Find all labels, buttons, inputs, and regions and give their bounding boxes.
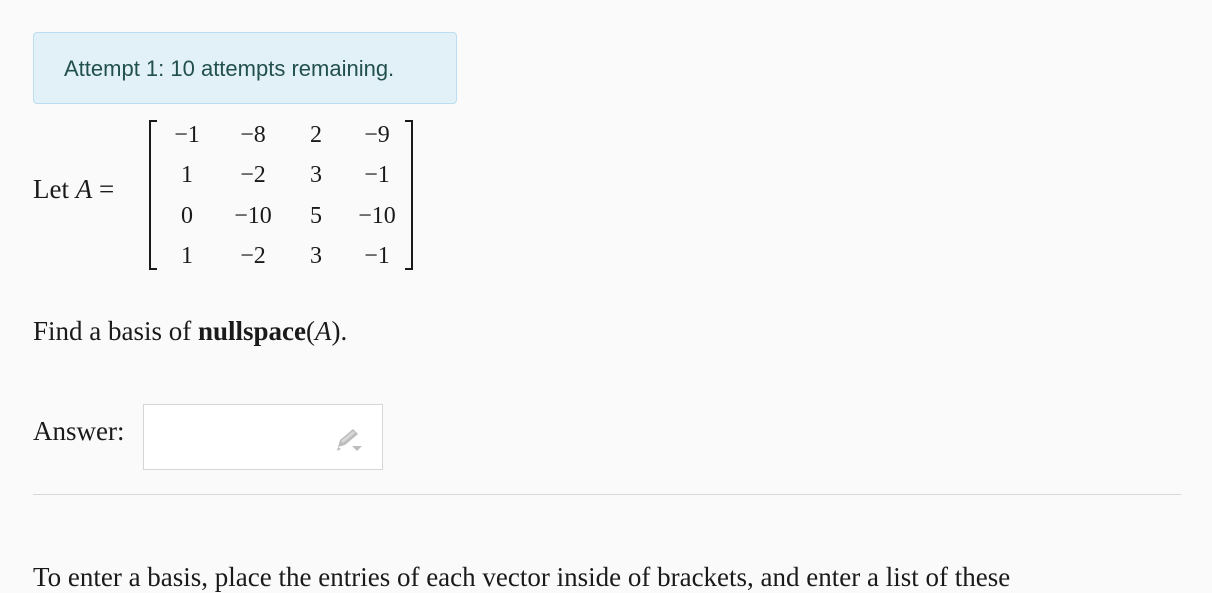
question-variable: A <box>315 316 332 346</box>
matrix-cell: −10 <box>234 203 272 229</box>
matrix-cell: 3 <box>310 162 322 188</box>
answer-input[interactable] <box>143 404 383 470</box>
instructions-text: To enter a basis, place the entries of e… <box>33 562 1011 592</box>
attempt-status-text: Attempt 1: 10 attempts remaining. <box>64 56 395 81</box>
matrix-cell: 2 <box>310 122 322 148</box>
matrix-cell: 3 <box>310 243 322 269</box>
matrix-cell: −1 <box>364 162 390 188</box>
matrix-row: 1 −2 3 −1 <box>149 160 413 190</box>
close-paren: ). <box>331 316 348 346</box>
problem-question: Find a basis of nullspace(A). <box>33 316 347 347</box>
matrix-cell: −9 <box>364 122 390 148</box>
matrix-cell: −1 <box>364 243 390 269</box>
matrix-row: −1 −8 2 −9 <box>149 120 413 150</box>
matrix-cell: −1 <box>174 122 200 148</box>
let-text: Let <box>33 174 76 204</box>
matrix-variable: A <box>75 174 93 204</box>
matrix-cell: −8 <box>240 122 266 148</box>
matrix-definition-label: Let A = <box>33 174 114 205</box>
matrix-cell: 1 <box>181 243 193 269</box>
matrix-row: 0 −10 5 −10 <box>149 201 413 231</box>
matrix-row: 1 −2 3 −1 <box>149 241 413 271</box>
section-divider <box>33 494 1181 495</box>
answer-label: Answer: <box>33 416 125 446</box>
pencil-icon[interactable] <box>334 427 368 453</box>
question-prefix: Find a basis of <box>33 316 198 346</box>
nullspace-operator: nullspace <box>198 316 307 346</box>
matrix-cell: 0 <box>181 203 193 229</box>
matrix-cell: 5 <box>310 203 322 229</box>
equals-sign: = <box>92 174 115 204</box>
matrix-cell: −10 <box>358 203 396 229</box>
open-paren: ( <box>306 316 316 346</box>
matrix-cell: −2 <box>240 243 266 269</box>
matrix-cell: 1 <box>181 162 193 188</box>
matrix-cell: −2 <box>240 162 266 188</box>
matrix-a: −1 −8 2 −9 1 −2 3 −1 0 −10 5 −10 1 −2 3 … <box>149 120 413 270</box>
attempt-status-alert: Attempt 1: 10 attempts remaining. <box>33 32 457 104</box>
